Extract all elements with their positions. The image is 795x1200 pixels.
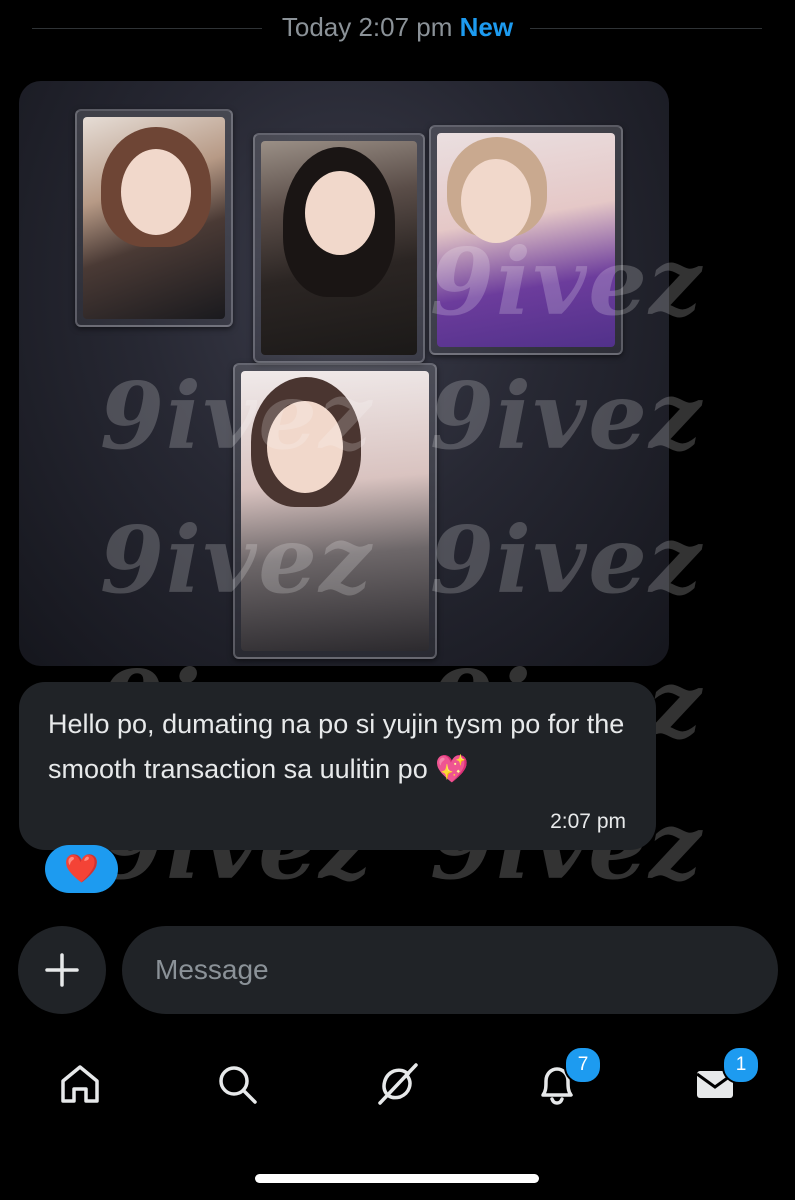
- plus-icon: [45, 953, 79, 987]
- photocard-4: [233, 363, 437, 659]
- bottom-nav: 7 1: [0, 1038, 795, 1128]
- message-time: 2:07 pm: [550, 810, 626, 833]
- photocard-3: [429, 125, 623, 355]
- home-icon: [61, 1065, 99, 1103]
- messages-badge: 1: [722, 1046, 760, 1084]
- grok-icon: [378, 1063, 418, 1105]
- photocard-1: [75, 109, 233, 327]
- message-bubble[interactable]: Hello po, dumating na po si yujin tysm p…: [19, 682, 656, 850]
- message-text: Hello po, dumating na po si yujin tysm p…: [48, 709, 625, 784]
- message-input[interactable]: [122, 926, 778, 1014]
- new-label: New: [459, 12, 514, 42]
- heart-reaction-icon: ❤️: [64, 853, 99, 884]
- divider-time: Today 2:07 pm: [281, 12, 453, 42]
- photocard-2: [253, 133, 425, 363]
- reaction-pill[interactable]: ❤️: [45, 845, 118, 893]
- add-media-button[interactable]: [18, 926, 106, 1014]
- nav-search[interactable]: [207, 1054, 267, 1114]
- nav-grok[interactable]: [367, 1054, 427, 1114]
- home-indicator: [255, 1174, 539, 1183]
- notifications-badge: 7: [564, 1046, 602, 1084]
- divider-label: Today 2:07 pm New: [0, 12, 795, 43]
- date-divider: Today 2:07 pm New: [0, 0, 795, 56]
- nav-home[interactable]: [50, 1054, 110, 1114]
- photo-attachment[interactable]: [19, 81, 669, 666]
- search-icon: [219, 1066, 257, 1104]
